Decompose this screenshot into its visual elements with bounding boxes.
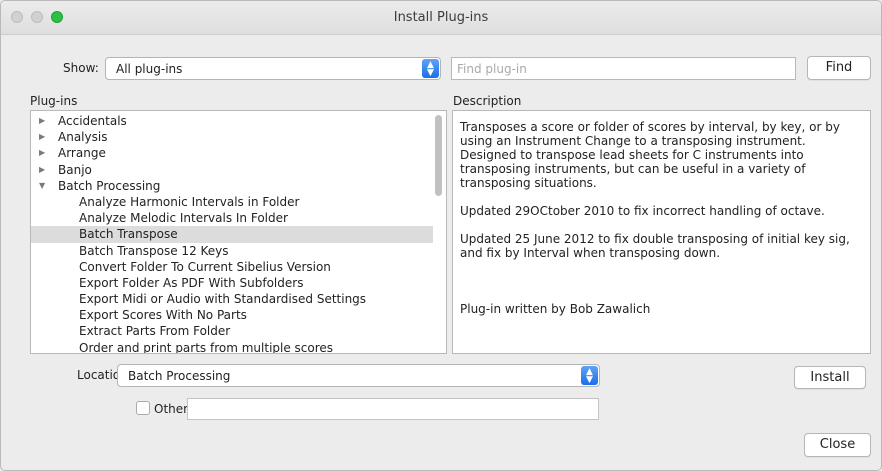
disclosure-down-icon[interactable]: ▼ <box>39 178 45 194</box>
disclosure-right-icon[interactable]: ▶ <box>39 129 45 145</box>
disclosure-right-icon[interactable]: ▶ <box>39 113 45 129</box>
plugin-row[interactable]: Extract Parts From Folder <box>31 323 433 339</box>
plugin-row[interactable]: Export Scores With No Parts <box>31 307 433 323</box>
disclosure-right-icon[interactable]: ▶ <box>39 162 45 178</box>
disclosure-right-icon[interactable]: ▶ <box>39 145 45 161</box>
category-label: Banjo <box>58 162 92 177</box>
plugins-list-rows: ▶ Accidentals ▶ Analysis ▶ Arrange ▶ Banjo ▼ Batc… <box>31 113 433 353</box>
category-row[interactable]: ▶ Accidentals <box>31 113 433 129</box>
plugin-row[interactable]: Analyze Harmonic Intervals in Folder <box>31 194 433 210</box>
plugin-row[interactable]: Analyze Melodic Intervals In Folder <box>31 210 433 226</box>
show-label: Show: <box>63 61 99 75</box>
window-title: Install Plug-ins <box>393 10 489 25</box>
search-input[interactable] <box>451 57 796 80</box>
install-button[interactable]: Install <box>794 366 866 389</box>
category-label: Analysis <box>58 130 108 145</box>
scroll-thumb[interactable] <box>435 115 442 196</box>
plugin-row[interactable]: Batch Transpose 12 Keys <box>31 243 433 259</box>
plugin-row[interactable]: Export Folder As PDF With Subfolders <box>31 275 433 291</box>
category-label: Arrange <box>58 146 106 161</box>
description-update-2: Updated 25 June 2012 to fix double trans… <box>460 232 850 260</box>
location-dropdown[interactable]: Batch Processing ▲ ▼ <box>117 364 600 387</box>
location-dropdown-value: Batch Processing <box>128 369 231 383</box>
install-plugins-window: Install Plug-ins Show: All plug-ins ▲ ▼ F… <box>0 0 882 471</box>
other-checkbox[interactable] <box>136 401 150 415</box>
chevron-updown-icon: ▲ ▼ <box>581 366 598 385</box>
description-author: Plug-in written by Bob Zawalich <box>460 302 651 316</box>
find-button[interactable]: Find <box>807 56 871 80</box>
plugins-list[interactable]: ▶ Accidentals ▶ Analysis ▶ Arrange ▶ Banjo ▼ Batc… <box>30 110 447 354</box>
other-location-input[interactable] <box>187 398 599 420</box>
plugin-row[interactable]: Export Midi or Audio with Standardised S… <box>31 291 433 307</box>
category-row[interactable]: ▶ Banjo <box>31 162 433 178</box>
chevron-updown-icon: ▲ ▼ <box>422 59 439 78</box>
category-row[interactable]: ▶ Analysis <box>31 129 433 145</box>
category-row[interactable]: ▶ Arrange <box>31 145 433 161</box>
description-text: Transposes a score or folder of scores b… <box>460 120 840 190</box>
plugins-label: Plug-ins <box>30 94 78 108</box>
plugins-scrollbar[interactable] <box>433 113 444 351</box>
description-panel: Transposes a score or folder of scores b… <box>452 110 871 354</box>
category-label: Batch Processing <box>58 178 161 193</box>
description-update-1: Updated 29OCtober 2010 to fix incorrect … <box>460 204 825 218</box>
category-label: Accidentals <box>58 114 127 128</box>
plugin-row[interactable]: Batch Transpose <box>31 226 433 243</box>
plugin-row[interactable]: Order and print parts from multiple scor… <box>31 340 433 353</box>
close-button[interactable]: Close <box>804 433 871 457</box>
title-bar: Install Plug-ins <box>1 1 881 35</box>
plugin-row[interactable]: Convert Folder To Current Sibelius Versi… <box>31 259 433 275</box>
category-row[interactable]: ▼ Batch Processing <box>31 178 433 194</box>
description-label: Description <box>453 94 522 108</box>
show-dropdown[interactable]: All plug-ins ▲ ▼ <box>105 57 441 80</box>
other-label: Other <box>154 402 189 416</box>
show-dropdown-value: All plug-ins <box>116 62 183 76</box>
